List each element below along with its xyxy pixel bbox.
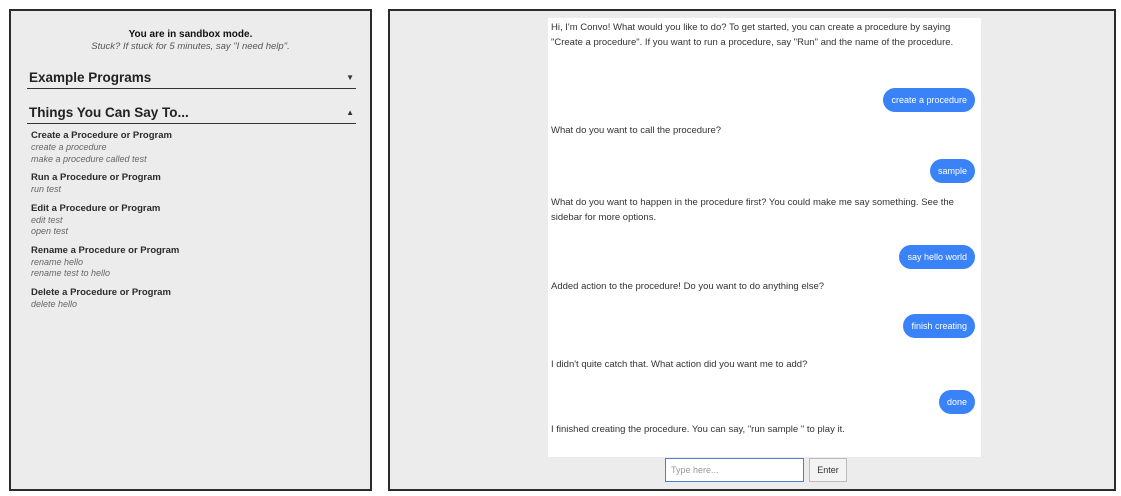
command-example: run test [31, 184, 62, 194]
chat-panel: Hi, I'm Convo! What would you like to do… [388, 9, 1116, 491]
command-example: edit test [31, 214, 63, 225]
command-example: rename test to hello [31, 268, 111, 278]
command-example: make a procedure called test [31, 153, 147, 164]
command-example: rename hello [31, 256, 84, 267]
sandbox-mode-title: You are in sandbox mode. [128, 29, 253, 40]
user-message-bubble: create a procedure [883, 88, 975, 112]
sandbox-mode-hint: Stuck? If stuck for 5 minutes, say "I ne… [91, 41, 290, 52]
bot-message: What do you want to call the procedure? [551, 125, 722, 136]
command-group: Run a Procedure or Program run test [31, 172, 354, 196]
command-example: create a procedure [31, 142, 107, 152]
chevron-down-icon[interactable]: ▼ [346, 73, 354, 82]
chevron-up-icon[interactable]: ▲ [346, 108, 354, 117]
command-group: Rename a Procedure or Program rename hell… [31, 245, 354, 280]
user-message-bubble: say hello world [899, 245, 975, 269]
things-you-can-say-header[interactable]: Things You Can Say To... ▲ [27, 105, 356, 124]
command-group: Create a Procedure or Program create a pr… [31, 130, 354, 165]
bot-message: Hi, I'm Convo! What would you like to do… [551, 22, 954, 48]
bot-message: What do you want to happen in the proced… [551, 197, 954, 223]
command-title: Run a Procedure or Program [31, 172, 161, 183]
bot-message: I finished creating the procedure. You c… [551, 424, 845, 435]
bot-message: Added action to the procedure! Do you wa… [551, 281, 825, 292]
chat-transcript: Hi, I'm Convo! What would you like to do… [548, 18, 981, 457]
example-programs-label: Example Programs [29, 70, 152, 85]
command-group: Delete a Procedure or Program delete hell… [31, 287, 354, 311]
enter-button[interactable]: Enter [809, 458, 847, 482]
things-you-can-say-label: Things You Can Say To... [29, 105, 189, 120]
command-title: Rename a Procedure or Program [31, 244, 180, 256]
command-example: open test [31, 226, 69, 236]
command-group: Edit a Procedure or Program edit test open… [31, 203, 354, 238]
user-message-bubble: done [938, 390, 975, 414]
command-example: delete hello [31, 298, 78, 309]
sandbox-notice: You are in sandbox mode. Stuck? If stuck… [11, 29, 370, 52]
example-programs-header[interactable]: Example Programs ▼ [27, 70, 356, 89]
command-title: Delete a Procedure or Program [31, 286, 171, 298]
bot-message: I didn't quite catch that. What action d… [551, 359, 808, 370]
user-message-bubble: sample [929, 159, 975, 183]
command-title: Create a Procedure or Program [31, 130, 172, 141]
chat-input-row: Enter [665, 458, 847, 482]
command-title: Edit a Procedure or Program [31, 202, 161, 214]
command-list: Create a Procedure or Program create a pr… [31, 130, 354, 310]
sidebar-panel: You are in sandbox mode. Stuck? If stuck… [9, 9, 372, 491]
user-message-bubble: finish creating [903, 314, 975, 338]
message-input[interactable] [665, 458, 804, 482]
